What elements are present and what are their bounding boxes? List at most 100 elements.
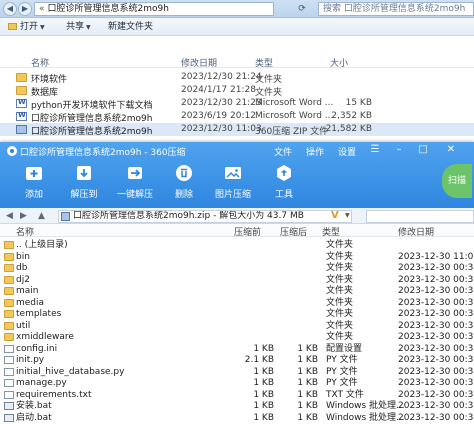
new-folder-button[interactable]: 新建文件夹	[108, 21, 153, 33]
zip-entry-row[interactable]: util 文件夹 2023-12-30 00:33	[0, 320, 474, 332]
tool-image-compress-button[interactable]: 图片压缩	[213, 164, 253, 204]
file-name: 口腔诊所管理信息系统2mo9h	[31, 127, 153, 137]
menu-settings[interactable]: 设置	[338, 145, 356, 158]
folder-icon	[4, 321, 14, 330]
folder-icon	[4, 275, 14, 284]
entry-type: Windows 批处理...	[326, 412, 405, 423]
file-row[interactable]: 口腔诊所管理信息系统2mo9h 2023/12/30 11:03 360压缩 ZIP…	[0, 123, 474, 137]
entry-name: db	[16, 263, 28, 273]
entry-name: 启动.bat	[16, 412, 52, 423]
tool-tools-button[interactable]: 工具	[264, 164, 304, 204]
explorer-search-input[interactable]: 搜索 口腔诊所管理信息系统2mo9h	[318, 2, 474, 16]
folder-icon	[16, 73, 27, 82]
entry-name: manage.py	[16, 378, 67, 388]
share-button[interactable]: 共享 ▼	[66, 21, 91, 33]
entry-type: 文件夹	[326, 320, 354, 331]
tool-add-button[interactable]: 添加	[14, 164, 54, 204]
explorer-path[interactable]: «口腔诊所管理信息系统2mo9h	[34, 2, 274, 16]
header-type[interactable]: 类型	[322, 225, 340, 238]
bat-icon	[4, 413, 14, 422]
doc-icon	[16, 111, 27, 121]
breadcrumb-separator-icon: «	[39, 4, 45, 14]
file-date: 2024/1/17 21:28	[181, 85, 256, 95]
scan-button[interactable]: 扫描	[442, 164, 472, 198]
tool-extract-to-button[interactable]: 解压到	[64, 164, 104, 204]
file-row[interactable]: 口腔诊所管理信息系统2mo9h2023/6/19 20:12Microsoft …	[0, 110, 474, 124]
back-arrow-icon[interactable]: ◀	[3, 2, 17, 16]
share-label: 共享	[66, 22, 85, 32]
zip-entry-row[interactable]: manage.py 1 KB 1 KB PY 文件 2023-12-30 00:33	[0, 377, 474, 389]
maximize-icon[interactable]: □	[416, 144, 430, 155]
close-icon[interactable]: ✕	[444, 144, 458, 155]
skin-icon[interactable]: ☰	[368, 144, 382, 155]
file-icon	[4, 390, 14, 399]
zip-entry-row[interactable]: 启动.bat 1 KB 1 KB Windows 批处理... 2023-12-30 0…	[0, 412, 474, 424]
explorer-column-header: 名称 修改日期 类型 大小	[0, 54, 474, 69]
zip-path-box[interactable]: 口腔诊所管理信息系统2mo9h.zip - 解包大小为 43.7 MB	[58, 210, 352, 223]
folder-icon	[4, 310, 14, 318]
back-arrow-icon[interactable]: ◀	[6, 210, 13, 222]
entry-name: init.py	[16, 355, 45, 365]
file-row[interactable]: python开发环境软件下载文档2023/12/30 21:23Microsof…	[0, 97, 474, 111]
file-date: 2023/12/30 21:23	[181, 98, 262, 108]
menu-operate[interactable]: 操作	[306, 145, 324, 158]
forward-arrow-icon[interactable]: ▶	[18, 2, 32, 16]
zip-entry-row[interactable]: xmiddleware 文件夹 2023-12-30 00:33	[0, 331, 474, 343]
entry-size-after: 1 KB	[297, 378, 318, 388]
entry-type: TXT 文件	[326, 389, 364, 400]
entry-date: 2023-12-30 00:33	[398, 286, 474, 296]
header-after[interactable]: 压缩后	[280, 225, 307, 238]
header-type[interactable]: 类型	[255, 56, 273, 69]
explorer-path-text: 口腔诊所管理信息系统2mo9h	[47, 4, 169, 14]
folder-icon	[4, 333, 14, 341]
minimize-icon[interactable]: –	[392, 144, 406, 155]
zip-entry-row[interactable]: .. (上级目录) 文件夹	[0, 239, 474, 251]
zip-entry-row[interactable]: 安装.bat 1 KB 1 KB Windows 批处理... 2023-12-30 0…	[0, 400, 474, 412]
zip-entry-row[interactable]: dj2 文件夹 2023-12-30 00:33	[0, 274, 474, 286]
zip-entry-row[interactable]: requirements.txt 1 KB 1 KB TXT 文件 2023-12-30…	[0, 389, 474, 401]
zip-entry-row[interactable]: bin 文件夹 2023-12-30 11:0	[0, 251, 474, 263]
doc-icon	[16, 98, 27, 108]
header-name[interactable]: 名称	[16, 225, 34, 238]
entry-name: main	[16, 286, 39, 296]
zip-search-input[interactable]	[366, 210, 474, 223]
zip-window-title: 口腔诊所管理信息系统2mo9h - 360压缩	[20, 148, 186, 158]
tool-one-click-extract-button[interactable]: 一键解压	[115, 164, 155, 204]
chevron-down-icon: ▼	[40, 24, 45, 31]
360-logo-icon	[7, 146, 17, 156]
image-compress-icon	[225, 167, 241, 179]
header-before[interactable]: 压缩前	[234, 225, 261, 238]
entry-name: 安装.bat	[16, 401, 52, 411]
header-date[interactable]: 修改日期	[181, 56, 217, 69]
refresh-icon[interactable]: ⟳	[296, 3, 308, 15]
zip-entry-row[interactable]: media 文件夹 2023-12-30 00:33	[0, 297, 474, 309]
zip-entry-row[interactable]: config.ini 1 KB 1 KB 配置设置 2023-12-30 00:33	[0, 343, 474, 355]
file-row[interactable]: 数据库 2024/1/17 21:28 文件夹	[0, 84, 474, 98]
file-date: 2023/12/30 21:24	[181, 72, 262, 82]
entry-type: PY 文件	[326, 378, 358, 388]
forward-arrow-icon[interactable]: ▶	[20, 210, 27, 222]
zip-entry-row[interactable]: main 文件夹 2023-12-30 00:33	[0, 285, 474, 297]
zip-entry-row[interactable]: init.py 2.1 KB 1 KB PY 文件 2023-12-30 00:33	[0, 354, 474, 366]
delete-icon	[176, 165, 192, 181]
zip-entry-row[interactable]: templates 文件夹 2023-12-30 00:33	[0, 308, 474, 320]
chevron-down-icon[interactable]: ▼	[345, 211, 350, 221]
zip-entry-row[interactable]: initial_hive_database.py 1 KB 1 KB PY 文件 202…	[0, 366, 474, 378]
entry-date: 2023-12-30 00:3	[398, 263, 474, 273]
open-button[interactable]: 打开 ▼	[8, 21, 45, 33]
up-level-icon[interactable]: ▲	[38, 210, 45, 222]
tool-delete-button[interactable]: 删除	[164, 164, 204, 204]
menu-file[interactable]: 文件	[274, 145, 292, 158]
header-modified[interactable]: 修改日期	[398, 225, 434, 238]
file-size: 21,582 KB	[325, 124, 372, 134]
header-name[interactable]: 名称	[31, 56, 49, 69]
v-icon[interactable]: V	[331, 210, 339, 222]
file-row[interactable]: 环境软件 2023/12/30 21:24 文件夹	[0, 71, 474, 85]
header-size[interactable]: 大小	[330, 56, 348, 69]
tools-icon	[277, 165, 291, 181]
zip-entry-row[interactable]: db 文件夹 2023-12-30 00:3	[0, 262, 474, 274]
open-icon	[8, 23, 17, 30]
file-type: 360压缩 ZIP 文件	[255, 127, 329, 137]
entry-size-after: 1 KB	[297, 401, 318, 411]
entry-name: media	[16, 297, 45, 308]
